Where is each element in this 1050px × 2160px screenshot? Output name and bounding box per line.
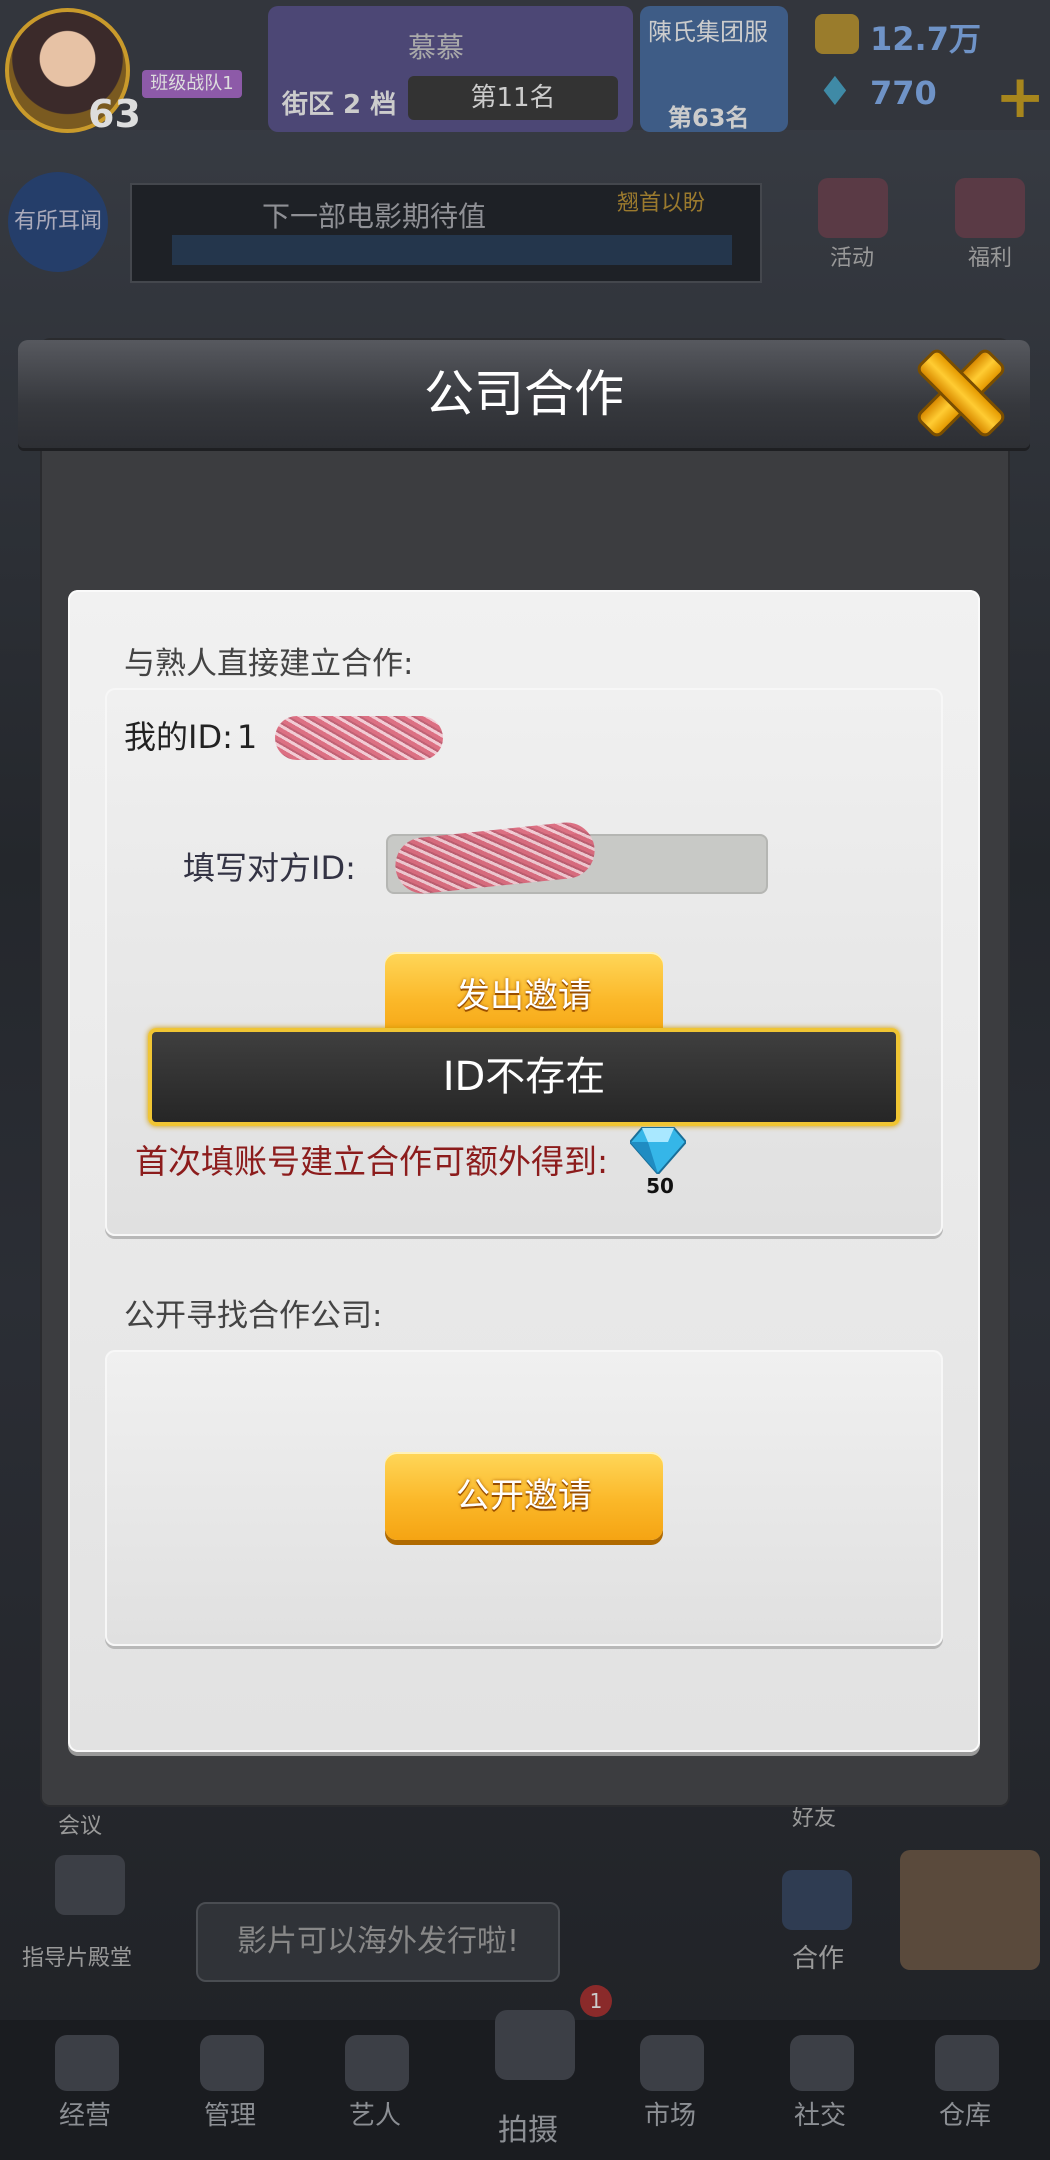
social-icon[interactable] [790,2035,854,2091]
market-icon[interactable] [640,2035,704,2091]
character-portrait [900,1850,1040,1970]
bonus-amount: 50 [646,1174,674,1198]
hype-circle[interactable]: 有所耳闻 [8,172,108,272]
nav-artist[interactable]: 艺人 [320,2095,430,2132]
coop-label: 合作 [792,1944,845,1974]
handshake-icon[interactable] [782,1870,852,1930]
player-tag: 班级战队1 [142,70,242,98]
movie-expectation-bar: 下一部电影期待值 翘首以盼 [130,183,762,283]
public-invite-button[interactable]: 公开邀请 [385,1452,663,1540]
nav-warehouse[interactable]: 仓库 [910,2095,1020,2132]
activity-icon[interactable] [818,178,888,238]
tip-bubble: 影片可以海外发行啦! [196,1902,560,1982]
district-rank: 第11名 [408,76,618,120]
nav-business[interactable]: 经营 [30,2095,140,2132]
guild-panel[interactable]: 陳氏集团服 第63名 [640,6,788,132]
manage-icon[interactable] [200,2035,264,2091]
error-toast: ID不存在 [148,1028,900,1126]
nav-market[interactable]: 市场 [615,2095,725,2132]
player-level: 63 [88,92,141,136]
my-id-label: 我的ID: 1 [124,712,257,758]
artist-icon[interactable] [345,2035,409,2091]
district-panel[interactable]: 慕慕 街区 2 档 第11名 [268,6,633,132]
guild-name: 陳氏集团服 [648,18,768,46]
director-hall-label: 指导片殿堂 [22,1946,133,1971]
shoot-icon[interactable] [495,2010,575,2080]
gem-icon: ♦ [817,69,853,115]
modal-header: 公司合作 [18,340,1030,448]
add-currency-icon[interactable]: + [995,67,1045,127]
nav-manage[interactable]: 管理 [175,2095,285,2132]
coin-count: 12.7万 [870,20,981,58]
partner-id-label: 填写对方ID: [183,849,356,887]
director-hall-icon[interactable] [55,1855,125,1915]
business-icon[interactable] [55,2035,119,2091]
redaction-scribble [275,716,443,760]
district-name: 慕慕 [408,31,465,64]
meeting-label: 会议 [58,1814,103,1839]
guild-rank: 第63名 [668,104,750,132]
diamond-icon [630,1127,686,1174]
my-id-label-text: 我的ID: [124,718,233,756]
movie-bar-fill [172,235,732,265]
direct-section-label: 与熟人直接建立合作: [124,646,414,682]
coin-icon [815,14,859,54]
send-invite-button[interactable]: 发出邀请 [385,952,663,1040]
my-id-value: 1 [236,718,258,756]
movie-bar-title: 下一部电影期待值 [262,200,487,233]
gem-count: 770 [870,74,937,112]
nav-social[interactable]: 社交 [765,2095,875,2132]
welfare-label: 福利 [968,246,1013,271]
movie-bar-tag: 翘首以盼 [616,191,705,216]
top-status-bar: 63 班级战队1 慕慕 街区 2 档 第11名 陳氏集团服 第63名 12.7万… [0,0,1050,136]
activity-label: 活动 [830,246,875,271]
public-section-label: 公开寻找合作公司: [124,1298,383,1334]
close-button[interactable] [918,350,1004,436]
nav-shoot[interactable]: 拍摄 [473,2105,583,2149]
warehouse-icon[interactable] [935,2035,999,2091]
welfare-icon[interactable] [955,178,1025,238]
bonus-text: 首次填账号建立合作可额外得到: [135,1142,609,1181]
modal-title: 公司合作 [424,365,624,423]
district-label: 街区 2 档 [282,90,397,120]
shoot-badge: 1 [580,1985,612,2017]
